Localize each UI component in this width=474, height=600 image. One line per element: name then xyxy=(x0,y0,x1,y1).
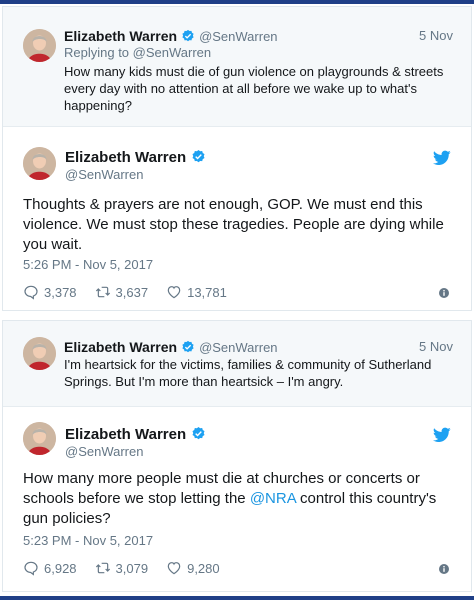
author-name-text: Elizabeth Warren xyxy=(65,426,187,443)
tweet-actions: 3,378 3,637 13,781 xyxy=(23,283,245,301)
like-button[interactable]: 13,781 xyxy=(166,284,227,300)
twitter-bird-icon[interactable] xyxy=(433,427,451,443)
author-name: Elizabeth Warren xyxy=(64,28,178,44)
verified-badge-icon xyxy=(182,29,194,42)
retweet-button[interactable]: 3,637 xyxy=(95,284,149,300)
author-handle[interactable]: @SenWarren xyxy=(65,444,143,459)
reply-count: 3,378 xyxy=(44,284,77,300)
avatar[interactable] xyxy=(23,337,56,370)
like-count: 13,781 xyxy=(187,284,227,300)
quoted-author[interactable]: Elizabeth Warren @SenWarren xyxy=(64,28,278,44)
retweet-button[interactable]: 3,079 xyxy=(95,560,149,576)
quoted-tweet-text: I'm heartsick for the victims, families … xyxy=(64,357,432,389)
twitter-bird-icon[interactable] xyxy=(433,150,451,166)
author-handle[interactable]: @SenWarren xyxy=(65,167,143,182)
retweet-count: 3,079 xyxy=(115,560,149,576)
info-icon[interactable] xyxy=(439,564,449,574)
like-heart-icon xyxy=(167,286,181,299)
reply-button[interactable]: 3,378 xyxy=(23,284,77,300)
like-heart-icon xyxy=(167,562,181,575)
quoted-tweet-text: How many kids must die of gun violence o… xyxy=(64,64,444,113)
verified-badge-icon xyxy=(192,426,205,440)
tweet-timestamp[interactable]: 5:26 PM - Nov 5, 2017 xyxy=(23,257,153,272)
avatar[interactable] xyxy=(23,422,56,455)
tweet-text: How many more people must die at churche… xyxy=(23,469,463,529)
tweet-embed-1: Elizabeth Warren @SenWarren 5 Nov Replyin… xyxy=(2,6,472,311)
info-icon[interactable] xyxy=(439,288,449,298)
quoted-author[interactable]: Elizabeth Warren @SenWarren xyxy=(64,339,278,355)
tweet-timestamp[interactable]: 5:23 PM - Nov 5, 2017 xyxy=(23,533,153,548)
like-button[interactable]: 9,280 xyxy=(166,560,220,576)
tweet-actions: 6,928 3,079 9,280 xyxy=(23,559,238,577)
retweet-icon xyxy=(95,562,110,574)
quoted-tweet[interactable]: Elizabeth Warren @SenWarren 5 Nov Replyin… xyxy=(3,7,471,127)
avatar[interactable] xyxy=(23,29,56,62)
avatar[interactable] xyxy=(23,147,56,180)
quoted-tweet[interactable]: Elizabeth Warren @SenWarren 5 Nov I'm hea… xyxy=(3,321,471,407)
frame-bottom-border xyxy=(0,596,474,600)
reply-count: 6,928 xyxy=(44,560,77,576)
like-count: 9,280 xyxy=(187,560,220,576)
verified-badge-icon xyxy=(182,340,194,353)
nra-mention-link[interactable]: @NRA xyxy=(250,490,296,507)
author-name[interactable]: Elizabeth Warren xyxy=(65,149,206,166)
author-name: Elizabeth Warren xyxy=(64,339,178,355)
reply-icon xyxy=(24,561,38,576)
reply-context: Replying to @SenWarren xyxy=(64,45,212,60)
author-name-text: Elizabeth Warren xyxy=(65,149,187,166)
verified-badge-icon xyxy=(192,149,205,163)
author-handle: @SenWarren xyxy=(199,340,278,355)
reply-button[interactable]: 6,928 xyxy=(23,560,77,576)
author-name[interactable]: Elizabeth Warren xyxy=(65,426,206,443)
retweet-count: 3,637 xyxy=(115,284,149,300)
tweet-text: Thoughts & prayers are not enough, GOP. … xyxy=(23,196,444,253)
tweet-embed-2: Elizabeth Warren @SenWarren 5 Nov I'm hea… xyxy=(2,320,472,592)
frame-top-border xyxy=(0,0,474,4)
reply-icon xyxy=(24,285,38,300)
quoted-date[interactable]: 5 Nov xyxy=(419,339,453,354)
retweet-icon xyxy=(95,286,110,298)
quoted-date[interactable]: 5 Nov xyxy=(419,28,453,43)
author-handle: @SenWarren xyxy=(199,29,278,44)
